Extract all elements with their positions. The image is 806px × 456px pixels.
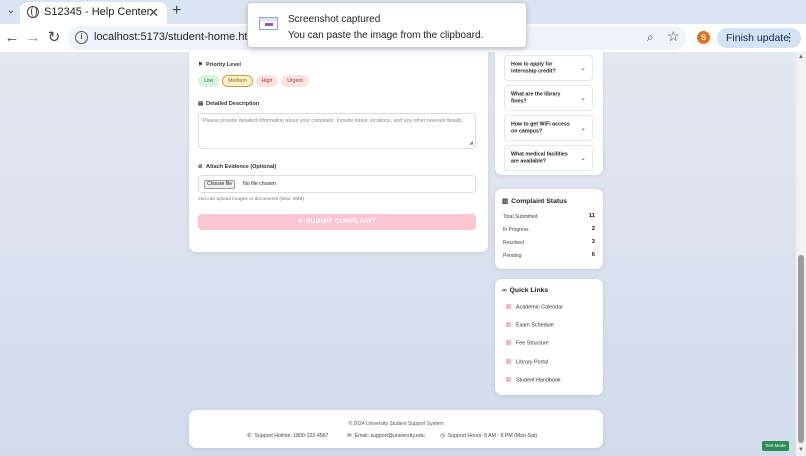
- faq-question: What are the library fines?: [511, 91, 561, 105]
- file-status: No file chosen: [243, 181, 276, 187]
- description-placeholder: Please provide detailed information abou…: [203, 118, 464, 124]
- money-icon: [506, 340, 511, 345]
- scrollbar-thumb[interactable]: [798, 255, 804, 443]
- tab-title: S12345 - Help Center: [44, 6, 151, 18]
- notification-title: Screenshot captured: [288, 14, 381, 25]
- file-input[interactable]: Choose file No file chosen: [198, 175, 476, 193]
- zoom-icon[interactable]: ⌕: [647, 30, 654, 45]
- forward-icon[interactable]: →: [24, 28, 42, 48]
- chart-bar-icon: ▥: [502, 198, 509, 205]
- status-row: Total Submitted 11: [503, 213, 595, 220]
- tab-search-chevron-icon[interactable]: ⌄: [4, 4, 18, 18]
- profile-avatar[interactable]: S: [697, 31, 710, 44]
- faq-item[interactable]: What are the library fines? ⌄: [504, 85, 593, 111]
- finish-update-label: Finish update: [726, 32, 790, 44]
- quick-link-library-portal[interactable]: Library Portal: [506, 359, 548, 366]
- status-value: 6: [591, 252, 595, 258]
- chevron-down-icon: ⌄: [580, 95, 586, 102]
- handbook-icon: [506, 377, 511, 382]
- quick-links-title: ∞ Quick Links: [502, 287, 549, 294]
- priority-urgent-button[interactable]: Urgent: [281, 75, 309, 87]
- priority-label: ⚑ Priority Level: [198, 62, 241, 68]
- back-icon[interactable]: ←: [3, 28, 21, 48]
- chevron-down-icon: ⌄: [580, 125, 586, 132]
- tab-close-icon[interactable]: ✕: [148, 5, 159, 21]
- site-info-icon[interactable]: i: [75, 31, 88, 44]
- clipboard-icon: [506, 322, 511, 327]
- quick-link-academic-calendar[interactable]: Academic Calendar: [506, 304, 563, 311]
- status-label: In Progress: [503, 227, 529, 233]
- file-hint: You can upload images or documents (Max:…: [198, 197, 305, 202]
- faq-item[interactable]: What medical facilities are available? ⌄: [504, 145, 593, 171]
- support-hours: ◷ Support Hours: 9 AM - 6 PM (Mon-Sat): [440, 433, 538, 439]
- quick-link-fee-structure[interactable]: Fee Structure: [506, 340, 549, 347]
- complaint-status-card: ▥ Complaint Status Total Submitted 11 In …: [495, 189, 603, 269]
- flag-icon: ⚑: [198, 62, 203, 68]
- status-label: Resolved: [503, 240, 524, 246]
- evidence-label: ⊘ Attach Evidence (Optional): [198, 164, 277, 170]
- priority-high-button[interactable]: High: [256, 75, 278, 87]
- description-textarea[interactable]: Please provide detailed information abou…: [198, 113, 476, 149]
- send-icon: ➤: [297, 218, 304, 225]
- choose-file-button[interactable]: Choose file: [204, 180, 236, 189]
- chevron-down-icon: ⌄: [580, 65, 586, 72]
- faq-item[interactable]: How to apply for internship credit? ⌄: [504, 55, 593, 81]
- complaint-form-card: ⚑ Priority Level Low Medium High Urgent ▤…: [189, 52, 488, 252]
- bookmark-star-icon[interactable]: ☆: [667, 28, 680, 45]
- quick-link-student-handbook[interactable]: Student Handbook: [506, 377, 561, 384]
- book-icon: [506, 359, 511, 364]
- link-icon: ∞: [502, 287, 507, 294]
- support-hotline: ✆ Support Hotline: 1800-123-4567: [247, 433, 329, 439]
- chevron-down-icon: ⌄: [580, 155, 586, 162]
- faq-item[interactable]: How to get WiFi access on campus? ⌄: [504, 115, 593, 141]
- copyright-text: © 2024 University Student Support System: [348, 421, 444, 427]
- status-row: Resolved 3: [503, 239, 595, 246]
- document-icon: ▤: [198, 101, 204, 107]
- resize-handle-icon[interactable]: ◢: [469, 140, 473, 147]
- menu-dots-icon: ⋮: [784, 32, 795, 44]
- clock-icon: ◷: [440, 433, 445, 439]
- submit-label: SUBMIT COMPLAINT: [305, 218, 376, 225]
- faq-card: How to apply for internship credit? ⌄ Wh…: [495, 52, 603, 175]
- status-label: Total Submitted: [503, 214, 538, 220]
- description-label: ▤ Detailed Description: [198, 101, 260, 107]
- status-value: 11: [588, 213, 595, 219]
- scroll-up-icon[interactable]: ▲: [798, 54, 804, 60]
- faq-question: How to get WiFi access on campus?: [511, 121, 570, 135]
- finish-update-button[interactable]: Finish update ⋮: [717, 28, 801, 48]
- site-footer: © 2024 University Student Support System…: [189, 410, 603, 448]
- status-value: 2: [591, 226, 595, 232]
- faq-question: What medical facilities are available?: [511, 151, 568, 165]
- notification-body: You can paste the image from the clipboa…: [288, 30, 484, 41]
- url-text[interactable]: localhost:5173/student-home.html: [94, 31, 259, 43]
- faq-question: How to apply for internship credit?: [511, 61, 556, 75]
- status-title: ▥ Complaint Status: [502, 198, 568, 205]
- submit-complaint-button[interactable]: ➤ SUBMIT COMPLAINT: [198, 214, 476, 230]
- status-row: Pending 6: [503, 252, 595, 259]
- scroll-down-icon[interactable]: ▼: [798, 447, 804, 453]
- globe-icon: [27, 6, 39, 18]
- new-tab-button[interactable]: +: [172, 2, 181, 20]
- reload-icon[interactable]: ↻: [45, 28, 63, 48]
- support-email: ✉ Email: support@university.edu: [347, 433, 425, 439]
- status-row: In Progress 2: [503, 226, 595, 233]
- test-mode-badge: Test Mode: [762, 441, 789, 451]
- priority-low-button[interactable]: Low: [198, 75, 219, 87]
- status-label: Pending: [503, 253, 522, 259]
- status-value: 3: [591, 239, 595, 245]
- tab-help-center[interactable]: S12345 - Help Center ✕: [20, 2, 167, 24]
- screenshot-notification[interactable]: Screenshot captured You can paste the im…: [247, 2, 527, 48]
- calendar-icon: [506, 304, 511, 309]
- phone-icon: ✆: [247, 433, 252, 439]
- quick-links-card: ∞ Quick Links Academic Calendar Exam Sche…: [495, 279, 603, 395]
- quick-link-exam-schedule[interactable]: Exam Schedule: [506, 322, 554, 329]
- paperclip-icon: ⊘: [198, 164, 203, 170]
- priority-medium-button[interactable]: Medium: [222, 75, 253, 87]
- screenshot-thumbnail-icon: [259, 17, 278, 30]
- envelope-icon: ✉: [347, 433, 352, 439]
- page-content: ⚑ Priority Level Low Medium High Urgent ▤…: [0, 52, 796, 456]
